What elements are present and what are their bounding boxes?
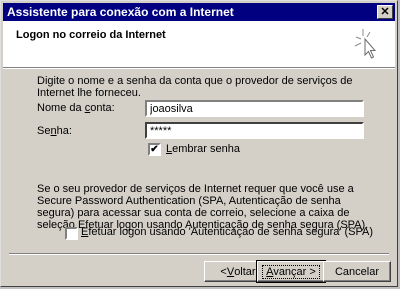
password-input[interactable] — [145, 122, 364, 139]
next-button-label: Avançar > — [262, 264, 320, 279]
wizard-window: Assistente para conexão com a Internet ✕… — [0, 0, 398, 287]
password-label: Senha: — [37, 125, 72, 137]
spa-description: Se o seu provedor de serviços de Interne… — [37, 183, 369, 231]
close-icon: ✕ — [380, 5, 390, 18]
spa-checkbox-label[interactable]: Efetuar logon usando 'Autenticação de se… — [81, 226, 373, 238]
title-bar[interactable]: Assistente para conexão com a Internet ✕ — [3, 3, 395, 21]
close-button[interactable]: ✕ — [377, 5, 393, 19]
check-icon: ✔ — [150, 143, 159, 155]
footer-divider-highlight — [9, 254, 389, 255]
wizard-sparkle-icon — [354, 29, 377, 59]
cancel-button[interactable]: Cancelar — [323, 261, 391, 282]
spa-checkbox[interactable] — [65, 227, 78, 240]
intro-text: Digite o nome e a senha da conta que o p… — [37, 75, 353, 99]
window-title: Assistente para conexão com a Internet — [7, 5, 234, 19]
header-divider — [3, 68, 395, 69]
remember-password-checkbox[interactable]: ✔ — [148, 143, 161, 156]
remember-password-label[interactable]: Lembrar senha — [166, 143, 240, 155]
next-button[interactable]: Avançar > — [256, 260, 326, 283]
account-name-input[interactable] — [145, 100, 364, 117]
wizard-header: Logon no correio da Internet — [3, 21, 395, 68]
page-title: Logon no correio da Internet — [16, 29, 166, 41]
account-name-label: Nome da conta: — [37, 102, 115, 114]
